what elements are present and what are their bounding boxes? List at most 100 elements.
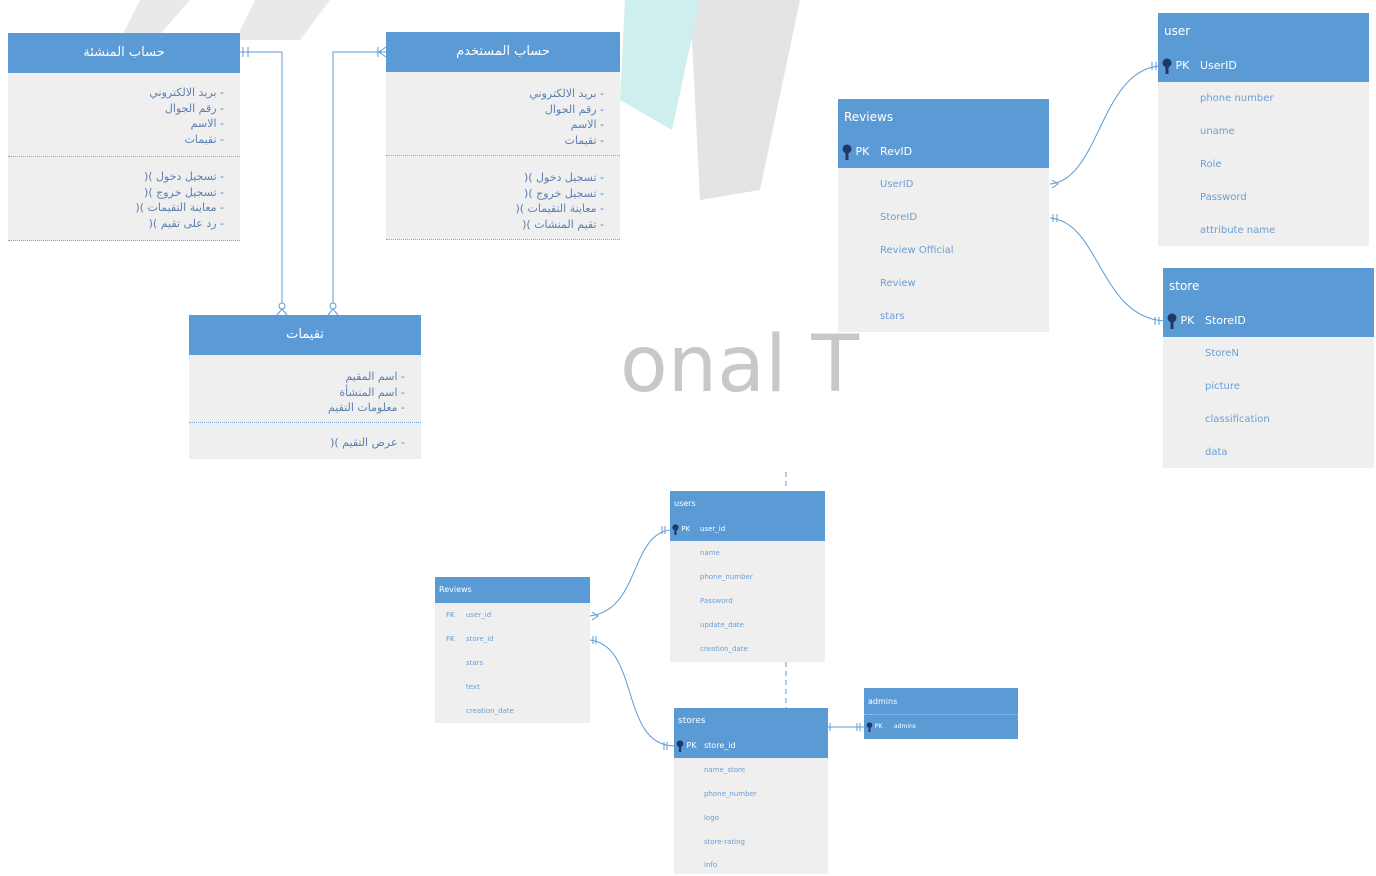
attribute: - رقم الجوال (164, 101, 224, 115)
fk-row[interactable]: FK user_id (435, 603, 590, 627)
entity-admins[interactable]: admins PK admins (864, 688, 1018, 739)
pk-row[interactable]: PK StoreID (1163, 304, 1374, 337)
field-name: classification (1205, 414, 1270, 425)
field-name: creation_date (700, 645, 748, 653)
field-row[interactable]: classification (1163, 403, 1374, 436)
field-name: store-rating (704, 838, 745, 846)
entity-header: Reviews (435, 577, 590, 603)
attribute: - تقيمات (184, 132, 224, 146)
field-row[interactable]: stars (838, 300, 1049, 333)
entity-header: حساب المستخدم (386, 32, 620, 72)
field-row[interactable]: attribute name (1158, 214, 1369, 247)
pk-label: PK (855, 145, 870, 158)
connector-user-ratings (332, 51, 386, 310)
field-row[interactable]: data (1163, 436, 1374, 469)
pk-row[interactable]: PK RevID (838, 135, 1049, 168)
method: - معاينة التقيمات )( (515, 202, 604, 215)
key-icon: PK (842, 135, 869, 168)
pk-label: PK (874, 723, 883, 730)
entity-reviews[interactable]: Reviews PK RevID UserID StoreID Review O… (838, 99, 1049, 332)
field-row[interactable]: uname (1158, 115, 1369, 148)
field-name: picture (1205, 381, 1240, 392)
field-row[interactable]: info (674, 854, 828, 876)
watermark-shape (235, 0, 330, 40)
field-name: data (1205, 447, 1228, 458)
attribute: - الاسم (570, 118, 604, 131)
field-row[interactable]: name (670, 541, 825, 565)
field-row[interactable]: StoreN (1163, 337, 1374, 370)
key-icon: PK (1167, 304, 1194, 337)
connector-reviews-users (589, 529, 671, 617)
field-name: store_id (466, 635, 494, 643)
attributes-list: - اسم المقيم - اسم المنشأة - معلومات الت… (189, 355, 421, 423)
field-row[interactable]: Review (838, 267, 1049, 300)
field-row[interactable]: stars (435, 651, 590, 675)
field-name: Role (1200, 159, 1222, 170)
attribute: - بريد الالكتروني (149, 86, 224, 99)
field-row[interactable]: phone number (1158, 82, 1369, 115)
method: - تقيم المنشات )( (522, 217, 604, 231)
field-row[interactable]: logo (674, 806, 828, 830)
attributes-list: - بريد الالكتروني - رقم الجوال - الاسم -… (386, 72, 620, 156)
entity-store[interactable]: store PK StoreID StoreN picture classifi… (1163, 268, 1374, 468)
fk-row[interactable]: FK store_id (435, 627, 590, 651)
pk-row[interactable]: PK admins (864, 715, 1018, 739)
pk-row[interactable]: PK user_id (670, 517, 825, 541)
pk-label: PK (681, 525, 691, 533)
attribute: - تقيمات (564, 133, 604, 147)
pk-row[interactable]: PK store_id (674, 734, 828, 758)
field-name: attribute name (1200, 225, 1276, 236)
entity-reviews-2[interactable]: Reviews FK user_id FK store_id stars tex… (435, 577, 590, 723)
field-row[interactable]: Role (1158, 148, 1369, 181)
watermark-text: onal T (620, 320, 860, 410)
connector-reviews-user (1049, 65, 1161, 185)
field-name: Review (880, 278, 916, 289)
field-name: uname (1200, 126, 1235, 137)
field-row[interactable]: UserID (838, 168, 1049, 201)
entity-users[interactable]: users PK user_id name phone_number Passw… (670, 491, 825, 662)
connector-reviews-store (1049, 217, 1166, 322)
method: - تسجيل دخول )( (523, 171, 604, 184)
entity-header: user (1158, 13, 1369, 49)
field-name: info (704, 861, 718, 869)
field-row[interactable]: Review Official (838, 234, 1049, 267)
field-row[interactable]: picture (1163, 370, 1374, 403)
field-name: Password (700, 597, 733, 605)
field-row[interactable]: phone_number (670, 565, 825, 589)
entity-header: admins (864, 688, 1018, 715)
connector-reviews-stores (589, 639, 675, 747)
field-name: RevID (880, 145, 913, 158)
field-name: update_date (700, 621, 744, 629)
field-name: StoreID (880, 212, 918, 223)
field-name: Password (1200, 192, 1247, 203)
field-name: creation_date (466, 707, 514, 715)
attribute: - بريد الالكتروني (529, 87, 604, 100)
field-name: stars (880, 311, 905, 322)
field-row[interactable]: text (435, 675, 590, 699)
field-row[interactable]: update_date (670, 613, 825, 637)
field-row[interactable]: store-rating (674, 830, 828, 854)
field-name: phone_number (700, 573, 753, 581)
field-row[interactable]: StoreID (838, 201, 1049, 234)
field-name: StoreID (1205, 314, 1246, 327)
field-name: phone_number (704, 790, 757, 798)
entity-user[interactable]: user PK UserID phone number uname Role P… (1158, 13, 1369, 246)
pk-row[interactable]: PK UserID (1158, 49, 1369, 82)
methods-list: - عرض التقيم )( (189, 423, 421, 451)
entity-creator-account[interactable]: حساب المنشئة - بريد الالكتروني - رقم الج… (8, 33, 240, 241)
field-row[interactable]: phone_number (674, 782, 828, 806)
entity-user-account[interactable]: حساب المستخدم - بريد الالكتروني - رقم ال… (386, 32, 620, 240)
entity-stores[interactable]: stores PK store_id name_store phone_numb… (674, 708, 828, 874)
entity-header: store (1163, 268, 1374, 304)
field-row[interactable]: creation_date (435, 699, 590, 723)
pk-label: PK (1175, 59, 1190, 72)
field-row[interactable]: creation_date (670, 637, 825, 661)
field-name: name (700, 549, 720, 557)
field-name: StoreN (1205, 348, 1239, 359)
entity-ratings[interactable]: تقيمات - اسم المقيم - اسم المنشأة - معلو… (189, 315, 421, 459)
field-row[interactable]: Password (670, 589, 825, 613)
field-row[interactable]: Password (1158, 181, 1369, 214)
entity-header: تقيمات (189, 315, 421, 355)
field-name: UserID (1200, 59, 1237, 72)
field-row[interactable]: name_store (674, 758, 828, 782)
